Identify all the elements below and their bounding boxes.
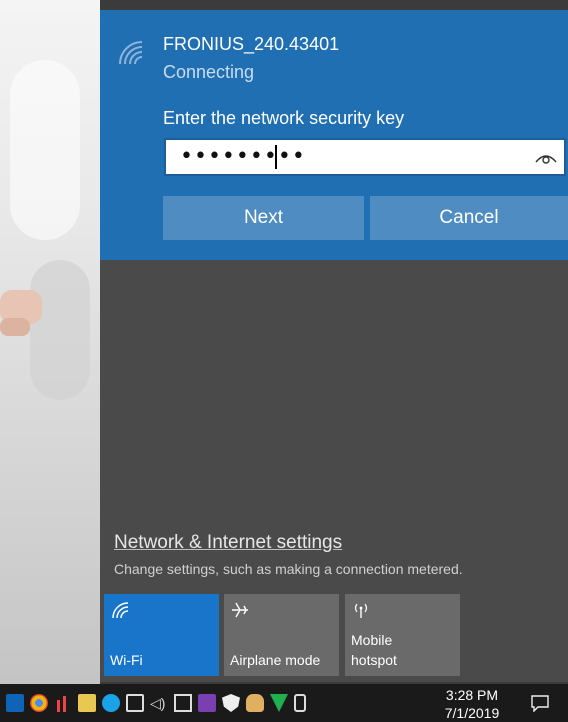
security-key-value: •••••••••: [180, 144, 306, 169]
mail-icon[interactable]: [78, 694, 96, 712]
mobile-hotspot-label: Mobile hotspot: [351, 632, 397, 668]
reveal-password-icon[interactable]: [534, 149, 558, 167]
wifi-icon: [119, 41, 143, 65]
usb-icon[interactable]: [294, 694, 306, 712]
network-settings-description: Change settings, such as making a connec…: [114, 561, 463, 577]
network-flyout: FRONIUS_240.43401 Connecting Enter the n…: [100, 10, 568, 682]
network-card: FRONIUS_240.43401 Connecting Enter the n…: [100, 10, 568, 260]
airplane-icon: [232, 602, 248, 618]
action-center-icon[interactable]: [530, 694, 550, 712]
battery-icon[interactable]: [126, 694, 144, 712]
wifi-icon: [112, 602, 129, 619]
clock-time: 3:28 PM: [445, 687, 499, 703]
connection-status: Connecting: [163, 62, 255, 82]
clock-date: 7/1/2019: [444, 705, 500, 721]
chrome-icon[interactable]: [30, 694, 48, 712]
flag-icon[interactable]: [54, 694, 72, 712]
text-caret: [275, 145, 277, 169]
onenote-icon[interactable]: [198, 694, 216, 712]
mobile-hotspot-tile[interactable]: Mobile hotspot: [345, 594, 460, 676]
airplane-mode-tile[interactable]: Airplane mode: [224, 594, 339, 676]
hotspot-icon: [354, 603, 368, 618]
airplane-mode-label: Airplane mode: [230, 652, 321, 668]
network-settings-link[interactable]: Network & Internet settings: [114, 532, 342, 554]
security-shield-icon[interactable]: [222, 694, 240, 712]
hand-icon[interactable]: [246, 694, 264, 712]
outlook-icon[interactable]: [6, 694, 24, 712]
skype-icon[interactable]: [102, 694, 120, 712]
desktop-wallpaper: [0, 0, 100, 684]
security-key-label: Enter the network security key: [163, 108, 405, 128]
network-icon[interactable]: [174, 694, 192, 712]
vpn-icon[interactable]: [270, 694, 288, 712]
taskbar: ◁) 3:28 PM 7/1/2019: [0, 684, 568, 722]
cancel-button[interactable]: Cancel: [370, 196, 568, 240]
system-clock[interactable]: 3:28 PM 7/1/2019: [436, 686, 508, 722]
security-key-input[interactable]: •••••••••: [164, 138, 566, 176]
wifi-tile-label: Wi-Fi: [110, 652, 143, 668]
next-button[interactable]: Next: [163, 196, 364, 240]
network-name: FRONIUS_240.43401: [163, 34, 340, 54]
volume-icon[interactable]: ◁): [150, 694, 168, 712]
wifi-tile[interactable]: Wi-Fi: [104, 594, 219, 676]
